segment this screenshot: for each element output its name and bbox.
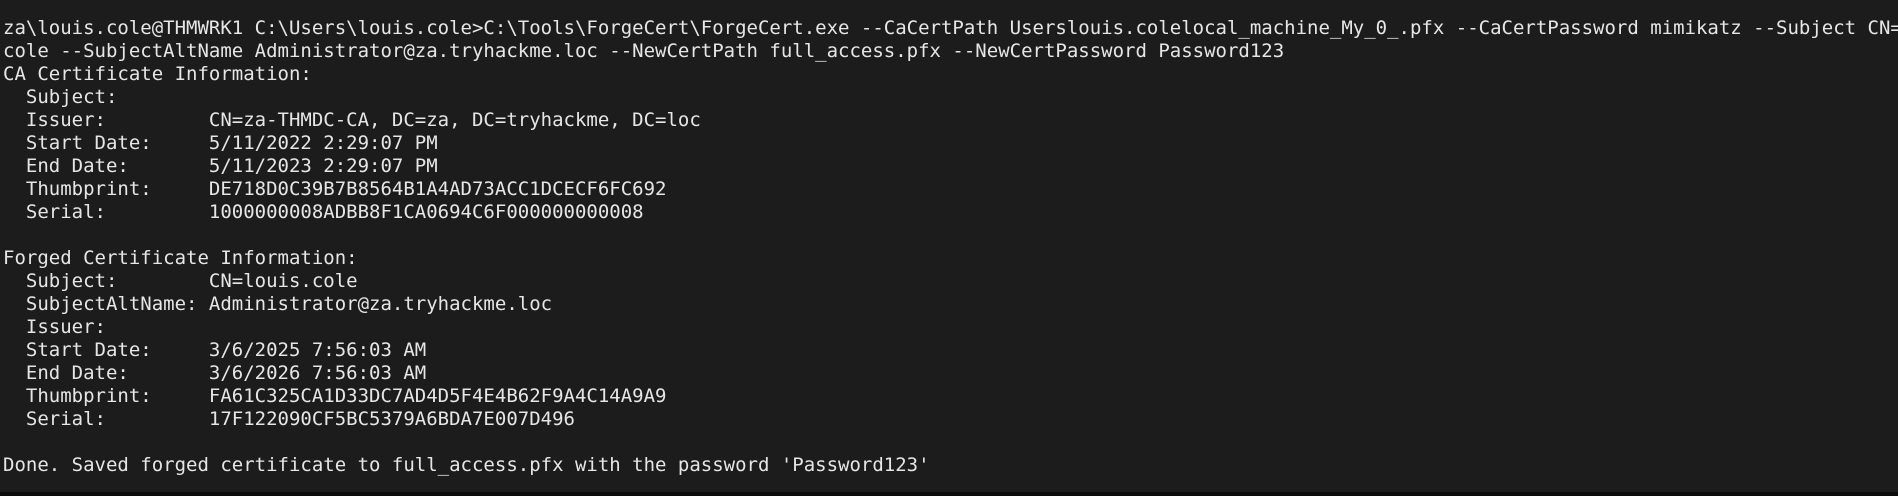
terminal-line-forged-subjectaltname: SubjectAltName: Administrator@za.tryhack…	[3, 293, 553, 315]
terminal-line-ca-subject: Subject:	[3, 86, 118, 108]
terminal-line-done-message: Done. Saved forged certificate to full_a…	[3, 454, 930, 476]
terminal-line-command-continued: cole --SubjectAltName Administrator@za.t…	[3, 40, 1285, 62]
terminal-window[interactable]: za\louis.cole@THMWRK1 C:\Users\louis.col…	[0, 0, 1898, 492]
terminal-line-forged-start-date: Start Date: 3/6/2025 7:56:03 AM	[3, 339, 427, 361]
terminal-line-forged-serial: Serial: 17F122090CF5BC5379A6BDA7E007D496	[3, 408, 575, 430]
terminal-line-forged-end-date: End Date: 3/6/2026 7:56:03 AM	[3, 362, 427, 384]
terminal-line-ca-start-date: Start Date: 5/11/2022 2:29:07 PM	[3, 132, 438, 154]
terminal-line-ca-thumbprint: Thumbprint: DE718D0C39B7B8564B1A4AD73ACC…	[3, 178, 667, 200]
terminal-line-prompt-command: za\louis.cole@THMWRK1 C:\Users\louis.col…	[3, 17, 1898, 39]
terminal-line-ca-end-date: End Date: 5/11/2023 2:29:07 PM	[3, 155, 438, 177]
terminal-line-ca-issuer: Issuer: CN=za-THMDC-CA, DC=za, DC=tryhac…	[3, 109, 701, 131]
terminal-line-forged-thumbprint: Thumbprint: FA61C325CA1D33DC7AD4D5F4E4B6…	[3, 385, 667, 407]
window-bottom-edge	[0, 492, 1898, 496]
terminal-line-forged-subject: Subject: CN=louis.cole	[3, 270, 358, 292]
terminal-line-forged-header: Forged Certificate Information:	[3, 247, 358, 269]
terminal-line-ca-header: CA Certificate Information:	[3, 63, 312, 85]
terminal-line-forged-issuer: Issuer:	[3, 316, 106, 338]
terminal-line-ca-serial: Serial: 1000000008ADBB8F1CA0694C6F000000…	[3, 201, 644, 223]
